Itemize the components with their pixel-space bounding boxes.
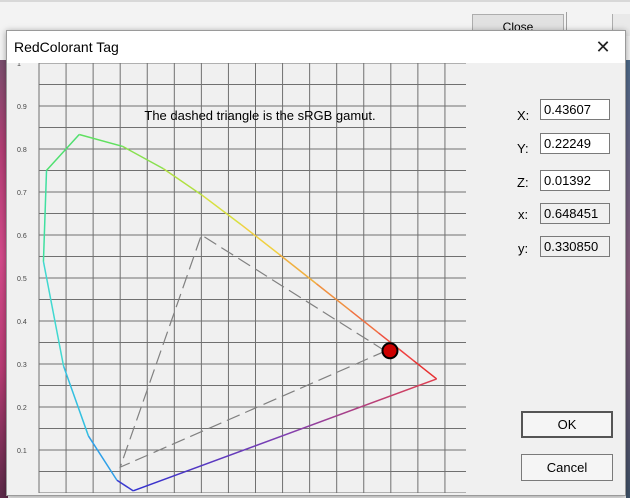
Z-value-field[interactable]: 0.01392: [540, 170, 610, 191]
dialog-titlebar: RedColorant Tag ✕: [7, 31, 625, 63]
y-chromaticity-label: y:: [518, 241, 529, 256]
dialog-title: RedColorant Tag: [14, 39, 119, 55]
y-tick-label: 0.3: [17, 362, 27, 369]
cancel-button[interactable]: Cancel: [521, 454, 613, 481]
close-icon[interactable]: ✕: [589, 35, 617, 59]
desktop-wallpaper-right: [626, 60, 630, 498]
y-tick-label: 0.6: [17, 233, 27, 240]
y-tick-label: 0.9: [17, 104, 27, 111]
y-tick-label: 0.8: [17, 147, 27, 154]
y-chromaticity-field: 0.330850: [540, 236, 610, 257]
X-label: X:: [517, 108, 530, 123]
y-tick-label: 1: [17, 63, 21, 68]
background-divider: [0, 0, 630, 2]
y-tick-label: 0.7: [17, 190, 27, 197]
x-chromaticity-field: 0.648451: [540, 203, 610, 224]
chromaticity-chart: 0.1 0.2 0.3 0.4 0.5 0.6 0.7 0.8 0.9 1 The dashed …: [14, 63, 466, 493]
Y-label: Y:: [517, 141, 529, 156]
colorant-point: [381, 342, 399, 360]
y-tick-label: 0.5: [17, 276, 27, 283]
redcolorant-tag-dialog: RedColorant Tag ✕ 0.1 0.2 0.3 0.4 0.5 0.6 0.7 0…: [6, 30, 626, 496]
Z-label: Z:: [517, 175, 529, 190]
y-tick-label: 0.2: [17, 405, 27, 412]
ok-button[interactable]: OK: [521, 411, 613, 438]
X-value-field[interactable]: 0.43607: [540, 99, 610, 120]
chart-title: The dashed triangle is the sRGB gamut.: [144, 108, 375, 123]
Y-value-field[interactable]: 0.22249: [540, 133, 610, 154]
y-tick-label: 0.1: [17, 448, 27, 455]
y-tick-label: 0.4: [17, 319, 27, 326]
x-chromaticity-label: x:: [518, 207, 529, 222]
